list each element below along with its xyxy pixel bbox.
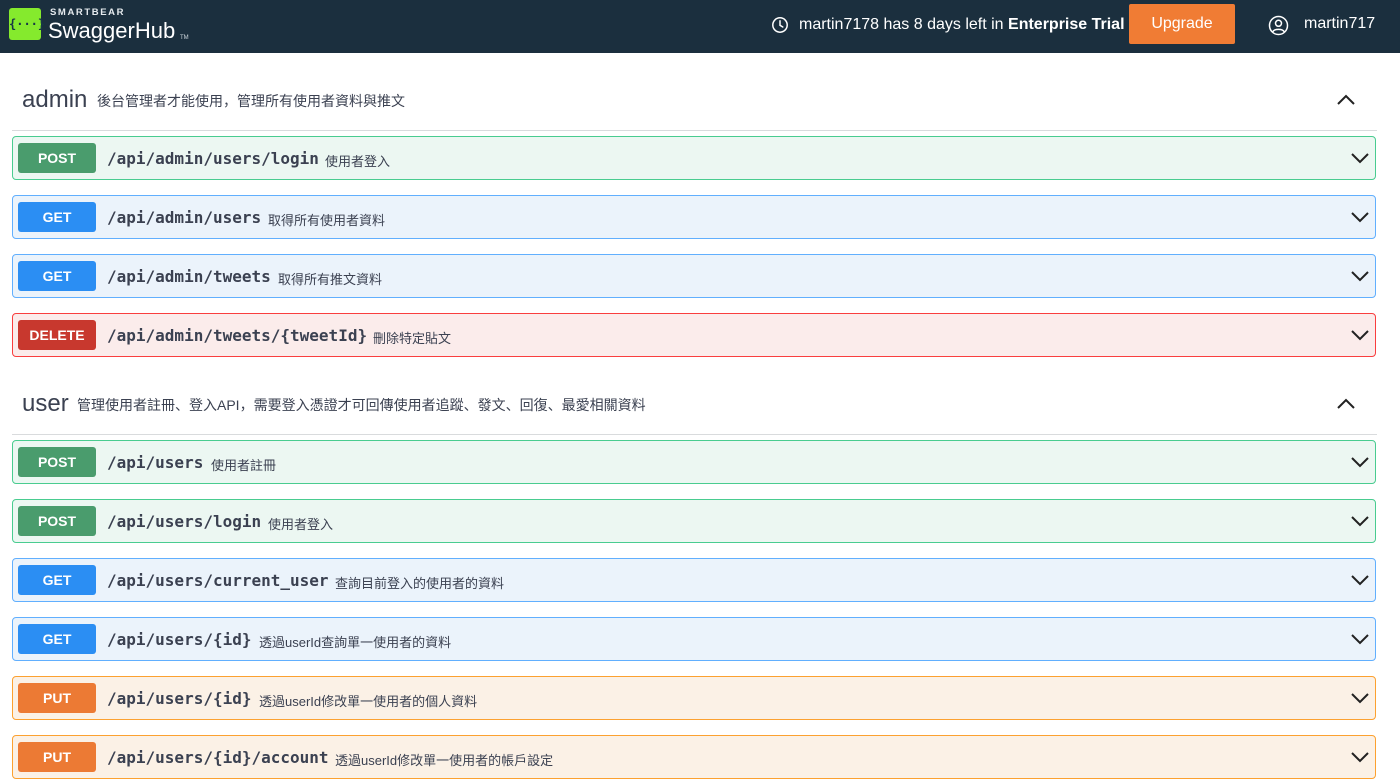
operation-path: /api/admin/tweets (107, 267, 271, 286)
chevron-down-icon[interactable] (1351, 456, 1369, 468)
logo-glyph: {···} (9, 17, 46, 31)
method-badge-put: PUT (18, 683, 96, 713)
trial-days-left: martin7178 has 8 days left in (799, 16, 1004, 33)
operation-path: /api/users/{id} (107, 630, 252, 649)
operation-summary: 透過userId查詢單一使用者的資料 (259, 635, 452, 650)
section-description-admin: 後台管理者才能使用，管理所有使用者資料與推文 (97, 93, 405, 109)
method-badge-put: PUT (18, 742, 96, 772)
chevron-down-icon[interactable] (1351, 329, 1369, 341)
method-badge-post: POST (18, 143, 96, 173)
operation-summary: 取得所有推文資料 (278, 272, 383, 287)
method-badge-delete: DELETE (18, 320, 96, 350)
chevron-down-icon[interactable] (1351, 751, 1369, 763)
chevron-up-icon[interactable] (1336, 93, 1356, 107)
chevron-down-icon[interactable] (1351, 270, 1369, 282)
operation-path: /api/users/{id}/account (107, 748, 329, 767)
operation-row-get-user-by-id[interactable]: GET /api/users/{id} 透過userId查詢單一使用者的資料 (12, 617, 1376, 661)
chevron-down-icon[interactable] (1351, 515, 1369, 527)
method-badge-get: GET (18, 261, 96, 291)
operation-summary: 使用者登入 (325, 154, 391, 169)
chevron-down-icon[interactable] (1351, 692, 1369, 704)
chevron-down-icon[interactable] (1351, 633, 1369, 645)
operation-path: /api/admin/users (107, 208, 262, 227)
method-badge-get: GET (18, 565, 96, 595)
operation-row-get-current-user[interactable]: GET /api/users/current_user 查詢目前登入的使用者的資… (12, 558, 1376, 602)
operation-path: /api/admin/tweets/{tweetId} (107, 326, 368, 345)
top-navigation-bar: {···} SMARTBEAR SwaggerHub TM martin7178… (0, 0, 1400, 53)
user-account-icon[interactable] (1268, 15, 1289, 36)
operation-summary: 刪除特定貼文 (373, 331, 452, 346)
section-title-admin: admin (22, 86, 88, 113)
method-badge-post: POST (18, 506, 96, 536)
operation-row-delete-admin-tweet[interactable]: DELETE /api/admin/tweets/{tweetId} 刪除特定貼… (12, 313, 1376, 357)
chevron-down-icon[interactable] (1351, 211, 1369, 223)
clock-icon (772, 17, 788, 33)
username-menu[interactable]: martin717 (1304, 15, 1375, 33)
operation-summary: 使用者註冊 (211, 458, 277, 473)
method-badge-get: GET (18, 624, 96, 654)
operation-row-get-admin-tweets[interactable]: GET /api/admin/tweets 取得所有推文資料 (12, 254, 1376, 298)
operation-path: /api/admin/users/login (107, 149, 319, 168)
operation-row-post-users-login[interactable]: POST /api/users/login 使用者登入 (12, 499, 1376, 543)
chevron-down-icon[interactable] (1351, 152, 1369, 164)
chevron-up-icon[interactable] (1336, 397, 1356, 411)
operation-path: /api/users/login (107, 512, 262, 531)
section-title-user: user (22, 390, 69, 417)
section-header-user[interactable]: user 管理使用者註冊、登入API，需要登入憑證才可回傳使用者追蹤、發文、回復… (12, 378, 1377, 435)
section-header-admin[interactable]: admin 後台管理者才能使用，管理所有使用者資料與推文 (12, 74, 1377, 131)
trial-status-text: martin7178 has 8 days left in Enterprise… (799, 16, 1125, 34)
trial-plan-name: Enterprise Trial (1008, 16, 1125, 33)
operation-path: /api/users (107, 453, 204, 472)
section-description-user: 管理使用者註冊、登入API，需要登入憑證才可回傳使用者追蹤、發文、回復、最愛相關… (77, 397, 646, 413)
brand-smartbear: SMARTBEAR (50, 7, 126, 18)
method-badge-get: GET (18, 202, 96, 232)
operation-summary: 透過userId修改單一使用者的個人資料 (259, 694, 478, 709)
operation-summary: 取得所有使用者資料 (268, 213, 386, 228)
operation-row-put-user-account[interactable]: PUT /api/users/{id}/account 透過userId修改單一… (12, 735, 1376, 779)
operation-row-post-users[interactable]: POST /api/users 使用者註冊 (12, 440, 1376, 484)
method-badge-post: POST (18, 447, 96, 477)
operation-path: /api/users/current_user (107, 571, 329, 590)
operation-summary: 查詢目前登入的使用者的資料 (335, 576, 505, 591)
operation-row-get-admin-users[interactable]: GET /api/admin/users 取得所有使用者資料 (12, 195, 1376, 239)
operation-row-post-admin-users-login[interactable]: POST /api/admin/users/login 使用者登入 (12, 136, 1376, 180)
operation-summary: 使用者登入 (268, 517, 334, 532)
swaggerhub-logo-icon[interactable]: {···} (9, 8, 46, 40)
operation-summary: 透過userId修改單一使用者的帳戶設定 (335, 753, 554, 768)
upgrade-button[interactable]: Upgrade (1129, 4, 1235, 44)
operation-path: /api/users/{id} (107, 689, 252, 708)
brand-trademark: TM (180, 35, 189, 41)
brand-swaggerhub[interactable]: SwaggerHub (48, 18, 175, 44)
operation-row-put-user-by-id[interactable]: PUT /api/users/{id} 透過userId修改單一使用者的個人資料 (12, 676, 1376, 720)
chevron-down-icon[interactable] (1351, 574, 1369, 586)
